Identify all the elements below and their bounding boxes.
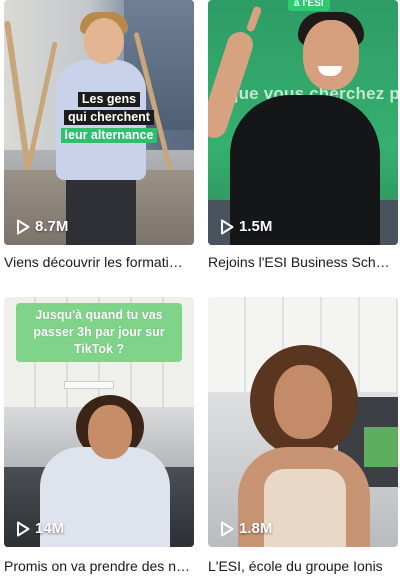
view-count-value: 1.5M [239, 218, 273, 235]
video-caption[interactable]: Viens découvrir les formations ESI [4, 253, 190, 271]
video-card[interactable]: Les gens qui cherchent leur alternance 8… [4, 0, 194, 271]
background-plant [364, 427, 398, 467]
person-head [274, 365, 332, 439]
person-finger [245, 5, 263, 33]
person-head [303, 20, 359, 90]
video-caption[interactable]: L'ESI, école du groupe Ionis [208, 557, 394, 575]
video-card[interactable]: Jusqu'à quand tu vas passer 3h par jour … [4, 297, 194, 575]
video-thumbnail[interactable]: Les gens qui cherchent leur alternance 8… [4, 0, 194, 245]
play-icon [17, 219, 30, 234]
video-grid: Les gens qui cherchent leur alternance 8… [0, 0, 400, 581]
view-count: 14M [16, 520, 64, 537]
view-count-value: 8.7M [35, 218, 69, 235]
view-count: 1.5M [220, 218, 272, 235]
overlay-tag: à l'ESI [288, 0, 330, 11]
person-legs [66, 175, 136, 245]
text-overlay-bubble: Jusqu'à quand tu vas passer 3h par jour … [16, 303, 182, 362]
person-head [88, 405, 132, 459]
view-count: 8.7M [16, 218, 68, 235]
person-head [84, 18, 124, 64]
video-caption[interactable]: Rejoins l'ESI Business School [208, 253, 394, 271]
overlay-line-highlight: leur alternance [60, 128, 158, 143]
view-count: 1.8M [220, 520, 272, 537]
video-thumbnail[interactable]: 1.8M [208, 297, 398, 547]
text-overlay: Les gens qui cherchent leur alternance [54, 90, 164, 144]
person-top [264, 469, 346, 547]
overlay-line: Les gens [77, 92, 141, 107]
ceiling-light [64, 381, 114, 389]
overlay-line: qui cherchent [64, 110, 154, 125]
video-card[interactable]: à l'ESI que vous cherchez p 1.5M Rejoins… [208, 0, 398, 271]
view-count-value: 1.8M [239, 520, 273, 537]
play-icon [17, 521, 30, 536]
play-icon [221, 219, 234, 234]
video-thumbnail[interactable]: à l'ESI que vous cherchez p 1.5M [208, 0, 398, 245]
video-caption[interactable]: Promis on va prendre des nouvelles [4, 557, 190, 575]
view-count-value: 14M [35, 520, 65, 537]
video-thumbnail[interactable]: Jusqu'à quand tu vas passer 3h par jour … [4, 297, 194, 547]
video-card[interactable]: 1.8M L'ESI, école du groupe Ionis [208, 297, 398, 575]
play-icon [221, 521, 234, 536]
